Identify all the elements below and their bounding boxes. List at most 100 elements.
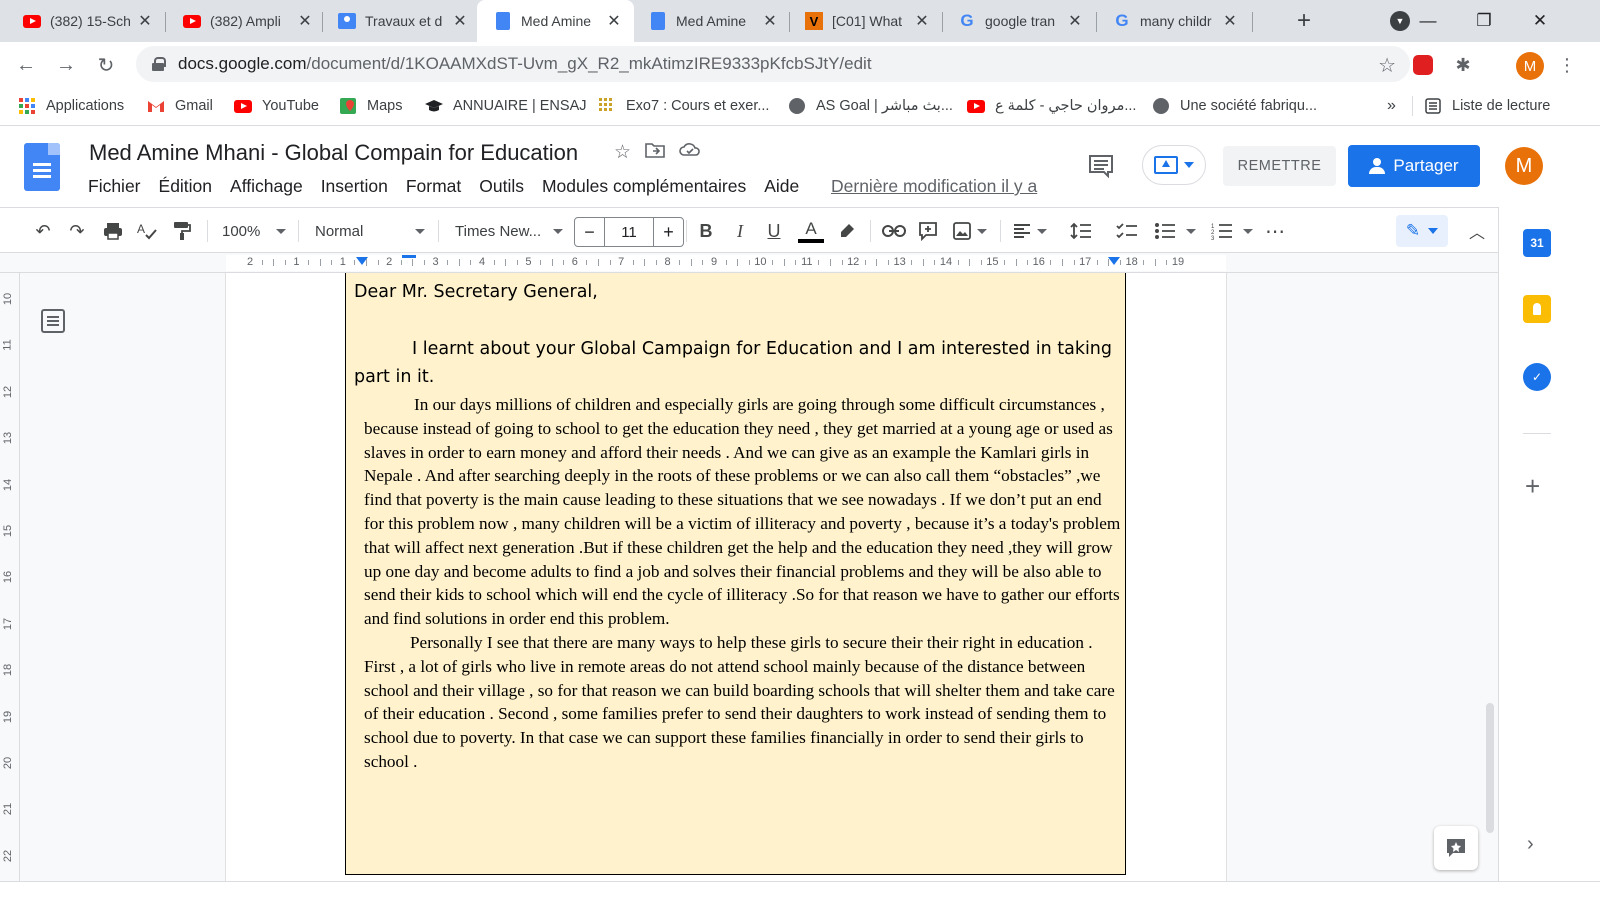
menu-edition[interactable]: Édition [159,176,213,197]
bookmark-star-icon[interactable]: ☆ [1378,53,1396,78]
asgoal-icon [788,98,806,114]
extensions-icon[interactable]: ✱ [1450,52,1476,78]
close-icon[interactable]: ✕ [1063,9,1087,33]
reload-icon[interactable]: ↻ [92,51,120,79]
bold-icon[interactable]: B [694,208,718,254]
last-edit-link[interactable]: Dernière modification il y a [831,176,1037,197]
zoom-dropdown[interactable]: 100% [222,208,288,254]
font-size-decrease-button[interactable]: − [575,218,605,246]
bookmark-youtube-video[interactable]: مروان حاجي - كلمة ع... [967,86,1136,126]
document-page[interactable]: Dear Mr. Secretary General, I learnt abo… [226,273,1226,881]
minimize-icon[interactable]: — [1400,0,1456,42]
underline-icon[interactable]: U [762,208,786,254]
more-options-icon[interactable]: ⋯ [1262,208,1288,254]
close-icon[interactable]: ✕ [293,9,317,33]
close-window-icon[interactable]: ✕ [1512,0,1568,42]
browser-tab[interactable]: G google tran ✕ [935,0,1095,42]
add-addon-icon[interactable]: + [1525,471,1540,502]
account-avatar[interactable]: M [1505,147,1543,185]
bookmark-gmail[interactable]: Gmail [147,86,213,126]
bookmarks-overflow-button[interactable]: » [1387,86,1396,126]
close-icon[interactable]: ✕ [1218,9,1242,33]
forward-icon[interactable]: → [52,51,80,79]
style-dropdown[interactable]: Normal [315,208,425,254]
bookmark-youtube[interactable]: YouTube [234,86,319,126]
address-bar[interactable]: docs.google.com/document/d/1KOAAMXdST-Uv… [136,46,1410,82]
bookmark-maps[interactable]: Maps [339,86,402,126]
cloud-status-icon[interactable] [679,141,701,165]
restore-icon[interactable]: ❐ [1456,0,1512,42]
document-title[interactable]: Med Amine Mhani - Global Compain for Edu… [89,140,578,166]
explore-button[interactable] [1434,826,1478,870]
document-outline-icon[interactable] [41,309,65,333]
adblock-icon[interactable] [1410,52,1436,78]
bookmark-annuaire[interactable]: ANNUAIRE | ENSAJ [425,86,587,126]
close-icon[interactable]: ✕ [758,9,782,33]
insert-image-icon[interactable] [950,208,990,254]
collapse-menu-icon[interactable]: ︿ [1465,208,1489,254]
browser-tab-active[interactable]: Med Amine ✕ [477,0,634,42]
menu-modules[interactable]: Modules complémentaires [542,176,746,197]
numbered-list-icon[interactable]: 123 [1207,208,1257,254]
menu-insertion[interactable]: Insertion [321,176,388,197]
close-icon[interactable]: ✕ [910,9,934,33]
bulleted-list-icon[interactable] [1150,208,1200,254]
chevron-right-icon[interactable]: › [1527,833,1534,856]
bookmark-societe[interactable]: Une société fabriqu... [1152,86,1317,126]
present-button[interactable] [1142,145,1206,185]
undo-icon[interactable]: ↶ [30,208,56,254]
menu-fichier[interactable]: Fichier [88,176,141,197]
vertical-scrollbar[interactable] [1486,703,1494,833]
browser-tab[interactable]: (382) 15-Sch ✕ [0,0,165,42]
link-icon[interactable] [880,208,908,254]
ruler-number: 1 [293,256,300,268]
redo-icon[interactable]: ↷ [64,208,90,254]
more-menu-icon[interactable]: ⋮ [1554,52,1580,78]
browser-tab[interactable]: Med Amine ✕ [632,0,790,42]
menu-format[interactable]: Format [406,176,461,197]
bookmark-asgoal[interactable]: AS Goal | بث مباشر... [788,86,953,126]
spellcheck-icon[interactable]: A [134,208,160,254]
star-icon[interactable]: ☆ [614,141,631,165]
profile-avatar[interactable]: M [1516,52,1544,80]
browser-tab[interactable]: (382) Ampli ✕ [160,0,325,42]
font-dropdown[interactable]: Times New... [455,208,563,254]
highlight-icon[interactable] [834,208,860,254]
font-size-input[interactable]: 11 [605,218,653,246]
menu-outils[interactable]: Outils [479,176,524,197]
close-icon[interactable]: ✕ [602,9,626,33]
bookmark-applications[interactable]: Applications [18,86,124,126]
close-icon[interactable]: ✕ [133,9,157,33]
font-size-increase-button[interactable]: + [653,218,683,246]
editing-mode-button[interactable]: ✎ [1396,215,1448,247]
bookmark-exo7[interactable]: Exo7 : Cours et exer... [598,86,769,126]
keep-icon[interactable] [1523,295,1551,323]
checklist-icon[interactable] [1114,208,1140,254]
menu-affichage[interactable]: Affichage [230,176,303,197]
calendar-icon[interactable]: 31 [1523,229,1551,257]
new-tab-button[interactable]: + [1290,7,1318,35]
tasks-icon[interactable]: ✓ [1523,363,1551,391]
first-line-indent-marker[interactable] [402,255,416,258]
right-indent-marker[interactable] [1108,257,1120,265]
back-icon[interactable]: ← [12,51,40,79]
letter-textbox[interactable]: Dear Mr. Secretary General, I learnt abo… [345,273,1126,875]
print-icon[interactable] [100,208,126,254]
reading-list-button[interactable]: Liste de lecture [1424,86,1550,126]
menu-aide[interactable]: Aide [764,176,799,197]
italic-icon[interactable]: I [728,208,752,254]
comments-icon[interactable] [1086,151,1116,181]
move-folder-icon[interactable] [645,141,665,165]
close-icon[interactable]: ✕ [448,9,472,33]
share-button[interactable]: Partager [1348,145,1480,187]
text-color-icon[interactable]: A [796,208,826,254]
docs-logo-icon[interactable] [24,143,60,191]
browser-tab[interactable]: V [C01] What ✕ [782,0,942,42]
paint-format-icon[interactable] [169,208,195,254]
browser-tab[interactable]: G many childr ✕ [1090,0,1250,42]
line-spacing-icon[interactable] [1068,208,1094,254]
browser-tab[interactable]: Travaux et d ✕ [315,0,480,42]
add-comment-icon[interactable] [915,208,941,254]
remettre-button[interactable]: REMETTRE [1223,146,1336,186]
align-left-icon[interactable] [1010,208,1050,254]
